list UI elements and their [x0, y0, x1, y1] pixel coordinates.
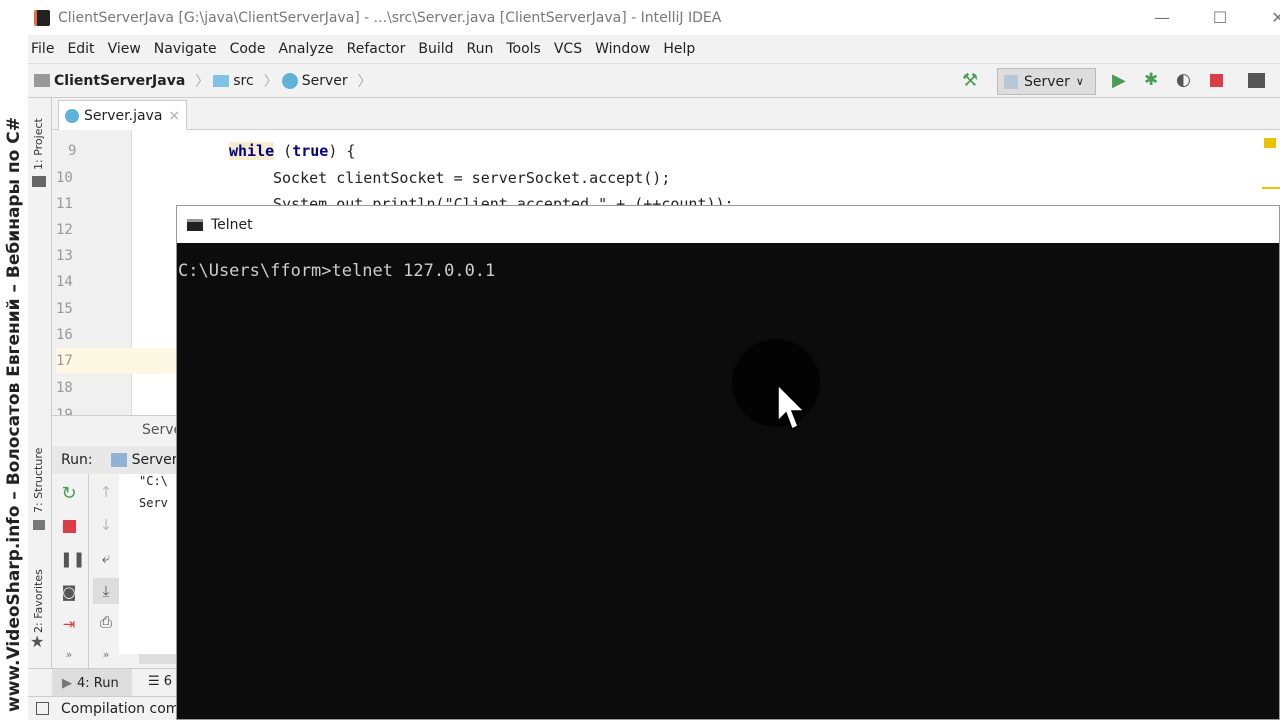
- maximize-button[interactable]: ☐: [1210, 8, 1230, 28]
- run-panel: Server Run: Server ↻ ❚❚ ◙ ⇥ » ↑ ↓ ⤶ ⤓ ⎙ …: [52, 415, 188, 669]
- breadcrumb-project[interactable]: ClientServerJava: [34, 73, 185, 89]
- menu-build[interactable]: Build: [418, 41, 453, 57]
- star-icon: ★: [30, 632, 45, 651]
- menu-bar: File Edit View Navigate Code Analyze Ref…: [28, 35, 1280, 64]
- menu-navigate[interactable]: Navigate: [154, 41, 217, 57]
- print-icon[interactable]: ⎙: [97, 613, 115, 631]
- status-toggle-icon[interactable]: [36, 702, 49, 715]
- menu-tools[interactable]: Tools: [506, 41, 541, 57]
- menu-view[interactable]: View: [108, 41, 141, 57]
- breadcrumb-server[interactable]: Server: [281, 72, 348, 89]
- stop-icon[interactable]: [63, 520, 76, 533]
- run-config-select[interactable]: Server ∨: [997, 68, 1096, 95]
- telnet-window[interactable]: Telnet C:\Users\fform>telnet 127.0.0.1: [176, 205, 1280, 720]
- left-tool-strip: 1: Project 7: Structure 2: Favorites ★: [28, 98, 52, 668]
- menu-run[interactable]: Run: [467, 41, 494, 57]
- class-icon: [281, 72, 298, 89]
- line-number-gutter: 9 10 11 12 13 14 15 16 17 18 19: [52, 130, 132, 415]
- project-tool-button[interactable]: 1: Project: [32, 118, 45, 170]
- config-icon: [110, 453, 127, 467]
- pause-icon[interactable]: ❚❚: [60, 550, 85, 568]
- camera-icon[interactable]: ◙: [60, 583, 78, 601]
- code-line-10: Socket clientSocket = serverSocket.accep…: [273, 169, 671, 187]
- navigation-bar: ClientServerJava 〉 src 〉 Server 〉 ⚒ Server ∨…: [28, 64, 1280, 98]
- run-tab-server[interactable]: Server: [110, 452, 177, 468]
- folder-icon: [32, 176, 46, 187]
- menu-analyze[interactable]: Analyze: [278, 41, 333, 57]
- console-output[interactable]: "C:\ Serv: [119, 474, 176, 654]
- coverage-icon[interactable]: ◐: [1176, 70, 1191, 90]
- run-icon[interactable]: ▶: [1112, 70, 1126, 91]
- structure-tool-button[interactable]: 7: Structure: [32, 448, 45, 513]
- menu-window[interactable]: Window: [595, 41, 650, 57]
- menu-refactor[interactable]: Refactor: [347, 41, 406, 57]
- telnet-title-bar[interactable]: Telnet: [177, 206, 1279, 243]
- soft-wrap-icon[interactable]: ⤶: [97, 549, 115, 567]
- tab-server-java[interactable]: Server.java ×: [58, 100, 188, 130]
- exit-icon[interactable]: ⇥: [60, 615, 78, 633]
- window-title: ClientServerJava [G:\java\ClientServerJa…: [58, 9, 722, 26]
- stop-icon[interactable]: [1210, 74, 1223, 87]
- menu-help[interactable]: Help: [663, 41, 695, 57]
- menu-code[interactable]: Code: [230, 41, 266, 57]
- class-icon: [65, 108, 79, 123]
- close-button[interactable]: ✕: [1268, 8, 1280, 28]
- minimize-button[interactable]: —: [1152, 8, 1172, 28]
- run-label: Run:: [61, 452, 93, 468]
- intellij-logo-icon: [34, 9, 50, 26]
- run-tool-button[interactable]: ▶ 4: Run: [52, 669, 132, 697]
- folder-icon: [213, 74, 230, 87]
- folder-icon: [34, 74, 50, 87]
- editor-tabs: Server.java ×: [52, 98, 1280, 130]
- arrow-up-icon[interactable]: ↑: [97, 483, 115, 501]
- console-icon: [187, 218, 203, 231]
- error-stripe-marker[interactable]: [1262, 187, 1280, 189]
- telnet-output: C:\Users\fform>telnet 127.0.0.1: [178, 261, 496, 281]
- config-icon: [1004, 74, 1018, 89]
- code-line-9: while (true) {: [229, 142, 356, 160]
- menu-edit[interactable]: Edit: [67, 41, 94, 57]
- project-structure-icon[interactable]: [1248, 73, 1265, 88]
- structure-icon: [33, 520, 45, 530]
- favorites-tool-button[interactable]: 2: Favorites: [32, 569, 45, 633]
- debug-bug-icon[interactable]: ✱: [1144, 70, 1158, 90]
- build-hammer-icon[interactable]: ⚒: [962, 70, 978, 91]
- menu-file[interactable]: File: [31, 41, 54, 57]
- rerun-icon[interactable]: ↻: [60, 485, 78, 503]
- scroll-to-end-icon[interactable]: ⤓: [93, 578, 119, 604]
- more-actions-button[interactable]: »: [97, 646, 115, 664]
- chevron-down-icon: ∨: [1075, 75, 1084, 88]
- todo-tool-button[interactable]: ☰ 6: [148, 674, 172, 689]
- watermark: www.VideoSharp.info – Волосатов Евгений …: [0, 0, 28, 720]
- title-bar: ClientServerJava [G:\java\ClientServerJa…: [28, 0, 1280, 35]
- more-actions-button[interactable]: »: [60, 646, 78, 664]
- close-tab-icon[interactable]: ×: [168, 108, 180, 124]
- horizontal-scrollbar[interactable]: [139, 654, 176, 664]
- warning-marker[interactable]: [1264, 138, 1276, 148]
- run-icon: ▶: [62, 675, 72, 691]
- status-message: Compilation com: [61, 700, 180, 717]
- breadcrumb-src[interactable]: src: [213, 73, 254, 89]
- menu-vcs[interactable]: VCS: [554, 41, 582, 57]
- arrow-down-icon[interactable]: ↓: [97, 516, 115, 534]
- mouse-cursor-icon: [732, 339, 820, 431]
